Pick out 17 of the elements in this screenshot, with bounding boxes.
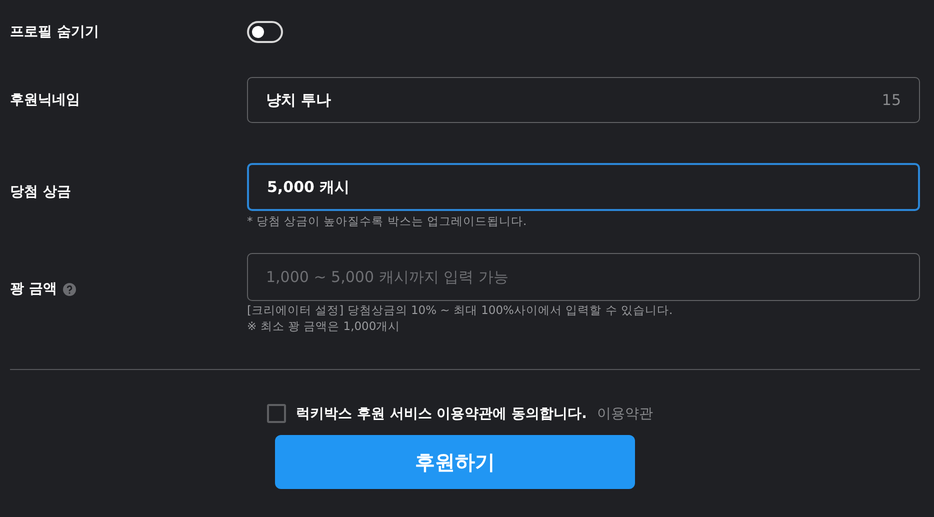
terms-link[interactable]: 이용약관 (596, 404, 653, 422)
field-label: 후원닉네임 (10, 91, 80, 109)
help-icon[interactable] (62, 282, 76, 296)
hint-text: ※ 최소 꽝 금액은 1,000개시 (247, 318, 402, 334)
input-field[interactable]: 냥치 투나 15 (247, 77, 920, 123)
field-label: 꽝 금액 (10, 280, 57, 298)
checkbox[interactable] (267, 404, 286, 423)
field-label: 당첨 상금 (10, 183, 71, 201)
toggle-switch[interactable] (247, 21, 283, 43)
agreement-text: 럭키박스 후원 서비스 이용약관에 동의합니다. (296, 404, 587, 422)
input-field[interactable]: 1,000 ~ 5,000 캐시까지 입력 가능 (247, 253, 920, 301)
hint-text: * 당첨 상금이 높아질수록 박스는 업그레이드됩니다. (247, 213, 528, 229)
input-field[interactable]: 5,000 캐시 (247, 163, 920, 211)
hint-text: [크리에이터 설정] 당첨상금의 10% ~ 최대 100%사이에서 입력할 수 있습니다. (247, 302, 674, 318)
submit-button[interactable]: 후원하기 (275, 435, 635, 489)
field-label: 프로필 숨기기 (10, 23, 100, 41)
character-counter: 15 (882, 91, 901, 109)
